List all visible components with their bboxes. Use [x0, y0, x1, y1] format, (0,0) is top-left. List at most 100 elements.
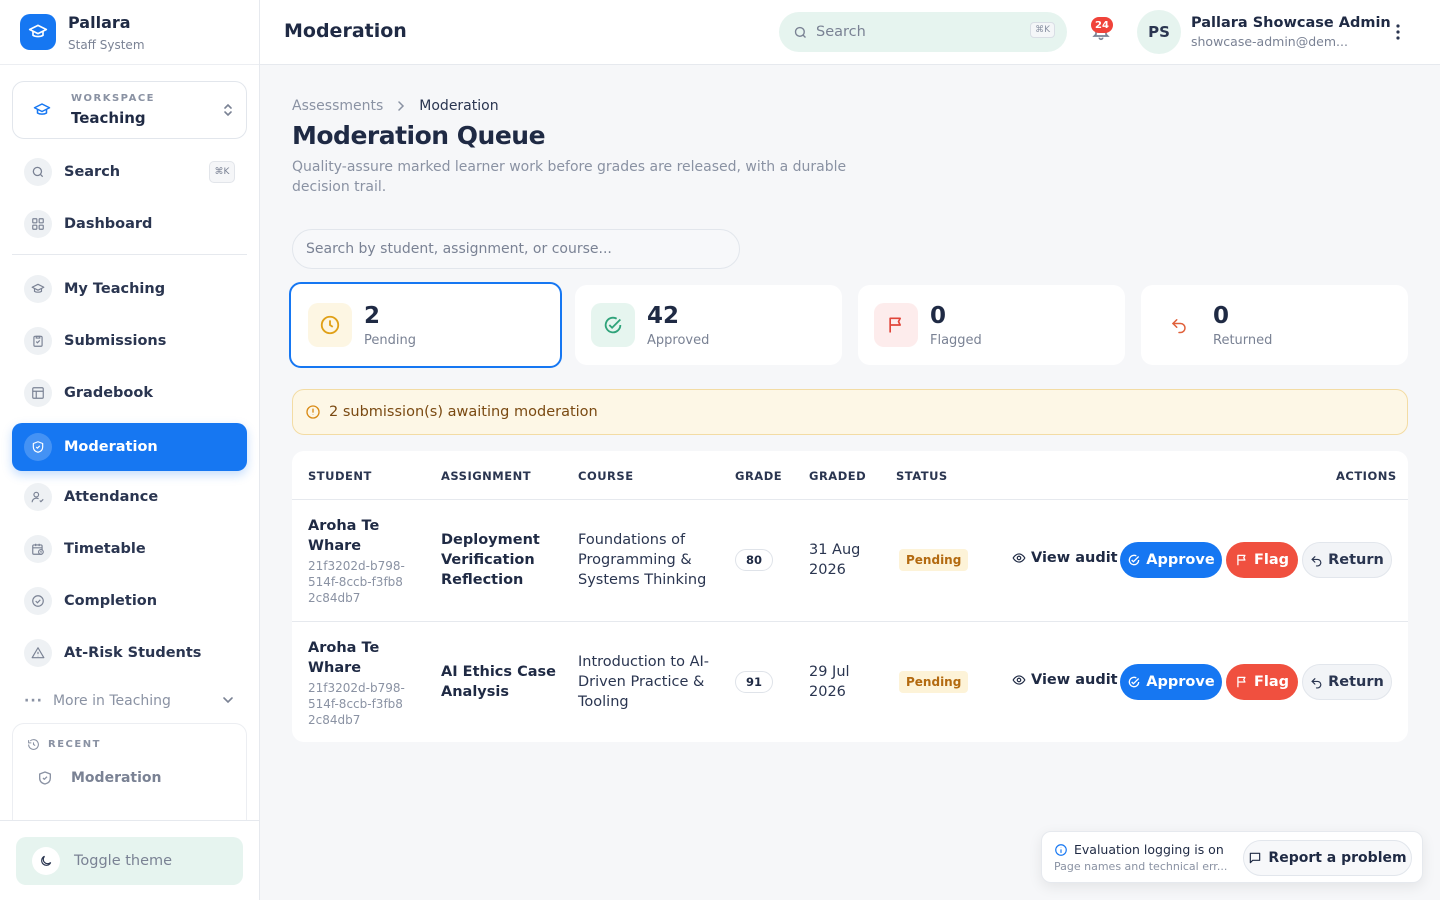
message-square-icon — [1250, 852, 1261, 864]
sidebar-item-label: Submissions — [64, 333, 167, 349]
filter-search-input[interactable] — [292, 229, 740, 269]
approve-button[interactable]: Approve — [1120, 664, 1222, 700]
stat-card-flagged[interactable]: 0 Flagged — [858, 285, 1125, 365]
assignment-name: AI Ethics Case Analysis — [441, 664, 556, 700]
course-name: Foundations of Programming & Systems Thi… — [578, 532, 707, 588]
flag-button[interactable]: Flag — [1226, 542, 1298, 578]
sidebar: Pallara Staff System WORKSPACE Teaching … — [0, 0, 260, 900]
student-name[interactable]: Aroha Te Whare — [308, 638, 408, 678]
workspace-switcher[interactable]: WORKSPACE Teaching — [12, 81, 247, 139]
clock-icon — [308, 303, 352, 347]
sidebar-item-dashboard[interactable]: Dashboard — [12, 200, 247, 248]
alert-circle-icon — [305, 404, 321, 420]
clipboard-icon — [24, 327, 52, 355]
breadcrumb: Assessments Moderation — [292, 98, 499, 114]
avatar[interactable]: PS — [1137, 10, 1181, 54]
approve-label: Approve — [1146, 674, 1215, 690]
top-header: Moderation Search ⌘K 24 PS Pallara Showc… — [260, 0, 1440, 65]
stat-card-returned[interactable]: 0 Returned — [1141, 285, 1408, 365]
toggle-theme-button[interactable]: Toggle theme — [16, 837, 243, 885]
header-search-shortcut: ⌘K — [1030, 22, 1055, 38]
sidebar-item-timetable[interactable]: Timetable — [12, 525, 247, 573]
recent-title: RECENT — [27, 738, 101, 751]
approve-button[interactable]: Approve — [1120, 542, 1222, 578]
flag-icon — [1237, 676, 1246, 688]
stat-label: Pending — [364, 332, 416, 348]
shield-icon — [37, 770, 53, 786]
sidebar-item-my-teaching[interactable]: My Teaching — [12, 265, 247, 313]
chevron-up-down-icon — [222, 101, 234, 123]
grid-icon — [24, 210, 52, 238]
student-name[interactable]: Aroha Te Whare — [308, 516, 408, 556]
sidebar-search[interactable]: Search ⌘K — [12, 148, 247, 196]
recent-title-text: RECENT — [48, 739, 101, 750]
return-label: Return — [1328, 674, 1384, 690]
chevron-down-icon — [222, 694, 234, 710]
breadcrumb-parent[interactable]: Assessments — [292, 98, 383, 114]
user-check-icon — [24, 483, 52, 511]
notification-badge: 24 — [1091, 17, 1113, 33]
search-icon — [24, 158, 52, 186]
brand-subtitle: Staff System — [68, 37, 145, 52]
stat-card-approved[interactable]: 42 Approved — [575, 285, 842, 365]
graduation-cap-icon — [24, 275, 52, 303]
sidebar-item-label: Timetable — [64, 541, 146, 557]
col-header-student: STUDENT — [308, 469, 372, 483]
flag-label: Flag — [1253, 674, 1290, 690]
sidebar-item-completion[interactable]: Completion — [12, 577, 247, 625]
undo-icon — [1311, 677, 1322, 689]
sidebar-footer: Toggle theme — [0, 820, 259, 900]
stat-value: 0 — [930, 302, 947, 329]
sidebar-item-at-risk-students[interactable]: At-Risk Students — [12, 629, 247, 677]
report-problem-button[interactable]: Report a problem — [1243, 840, 1412, 876]
graduation-cap-icon — [20, 14, 56, 50]
sidebar-item-submissions[interactable]: Submissions — [12, 317, 247, 365]
sidebar-item-moderation[interactable]: Moderation — [12, 423, 247, 471]
grade-badge: 91 — [735, 671, 773, 693]
table-icon — [24, 379, 52, 407]
return-button[interactable]: Return — [1302, 542, 1392, 578]
brand[interactable]: Pallara Staff System — [0, 0, 259, 65]
flag-icon — [874, 303, 918, 347]
sidebar-item-label: My Teaching — [64, 281, 166, 297]
user-name[interactable]: Pallara Showcase Admin — [1191, 15, 1391, 31]
more-in-teaching-toggle[interactable]: ··· More in Teaching — [24, 690, 236, 712]
info-icon — [1054, 843, 1068, 857]
eye-icon — [1012, 675, 1026, 685]
page-title: Moderation Queue — [292, 121, 546, 150]
recent-item-moderation[interactable]: Moderation — [37, 770, 162, 786]
breadcrumb-current: Moderation — [419, 98, 499, 114]
stat-label: Flagged — [930, 332, 982, 348]
calendar-clock-icon — [24, 535, 52, 563]
toast-subtitle: Page names and technical err... — [1054, 860, 1228, 873]
student-cell: Aroha Te Whare 21f3202d-b798-514f-8ccb-f… — [308, 516, 408, 606]
sidebar-item-label: Attendance — [64, 489, 159, 505]
view-audit-button[interactable]: View audit — [1012, 672, 1118, 688]
course-name: Introduction to AI-Driven Practice & Too… — [578, 654, 710, 710]
student-id: 21f3202d-b798-514f-8ccb-f3fb82c84db7 — [308, 681, 405, 727]
return-button[interactable]: Return — [1302, 664, 1392, 700]
toast-title-text: Evaluation logging is on — [1074, 842, 1224, 857]
stat-card-pending[interactable]: 2 Pending — [289, 282, 562, 368]
pending-alert: 2 submission(s) awaiting moderation — [292, 389, 1408, 435]
report-problem-label: Report a problem — [1268, 850, 1407, 866]
sidebar-item-label: At-Risk Students — [64, 645, 202, 661]
recent-item-label: Moderation — [71, 770, 162, 786]
view-audit-button[interactable]: View audit — [1012, 550, 1118, 566]
toast-title: Evaluation logging is on — [1054, 842, 1224, 857]
graded-date: 29 Jul 2026 — [809, 664, 850, 700]
col-header-assignment: ASSIGNMENT — [441, 469, 532, 483]
alert-text: 2 submission(s) awaiting moderation — [329, 404, 598, 420]
sidebar-item-gradebook[interactable]: Gradebook — [12, 369, 247, 417]
col-header-graded: GRADED — [809, 469, 867, 483]
student-cell: Aroha Te Whare 21f3202d-b798-514f-8ccb-f… — [308, 638, 408, 728]
flag-label: Flag — [1253, 552, 1290, 568]
col-header-grade: GRADE — [735, 469, 783, 483]
flag-button[interactable]: Flag — [1226, 664, 1298, 700]
header-search[interactable]: Search ⌘K — [779, 12, 1067, 52]
workspace-name: Teaching — [71, 109, 146, 127]
check-circle-icon — [591, 303, 635, 347]
sidebar-item-attendance[interactable]: Attendance — [12, 473, 247, 521]
sidebar-item-label: Gradebook — [64, 385, 153, 401]
more-vertical-icon[interactable] — [1390, 22, 1406, 46]
